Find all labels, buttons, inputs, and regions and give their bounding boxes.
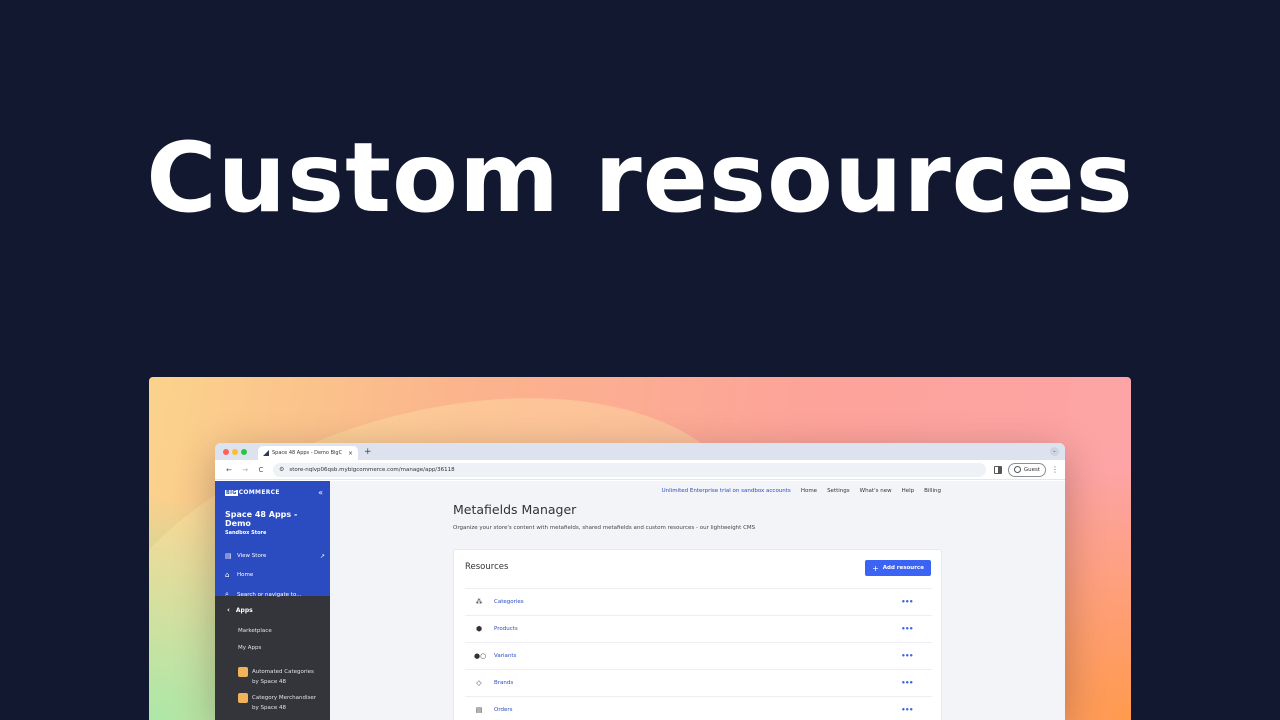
browser-window: Space 48 Apps - Demo BigC × + ⌄ ← → C ⚙ … [215,443,1065,720]
resource-row-variants[interactable]: ●○ Variants ••• [465,642,932,669]
resource-link[interactable]: Orders [494,707,513,713]
browser-menu-icon[interactable]: ⋮ [1051,465,1059,474]
tab-close-icon[interactable]: × [348,450,353,457]
resource-link[interactable]: Products [494,626,518,632]
sidebar-item-label: Home [237,572,254,578]
resource-row-categories[interactable]: ⁂ Categories ••• [465,588,932,615]
hero-title: Custom resources [146,122,1134,234]
resources-card: Resources + Add resource ⁂ Categories ••… [453,549,942,720]
more-actions-icon[interactable]: ••• [901,625,913,633]
page-title: Metafields Manager [453,502,577,517]
top-navigation: Unlimited Enterprise trial on sandbox ac… [662,488,941,494]
store-name: Space 48 Apps - Demo [225,510,298,528]
resource-row-products[interactable]: ⬢ Products ••• [465,615,932,642]
reload-button[interactable]: C [253,466,269,474]
variants-icon: ●○ [474,652,487,660]
search-icon: ⌕ [225,590,229,598]
app-icon [238,667,248,677]
resources-title: Resources [465,562,509,572]
more-actions-icon[interactable]: ••• [901,679,913,687]
plus-icon: + [872,563,879,573]
sidebar-item-label: View Store [237,553,267,559]
resource-row-orders[interactable]: ▤ Orders ••• [465,696,932,720]
more-actions-icon[interactable]: ••• [901,652,913,660]
tab-title: Space 48 Apps - Demo BigC [272,450,343,456]
resource-row-brands[interactable]: ◇ Brands ••• [465,669,932,696]
nav-settings[interactable]: Settings [827,488,850,494]
side-panel-icon[interactable] [993,465,1002,474]
browser-tab[interactable]: Space 48 Apps - Demo BigC × [258,446,358,460]
nav-billing[interactable]: Billing [924,488,941,494]
forward-button[interactable]: → [237,466,253,474]
resource-link[interactable]: Categories [494,599,524,605]
orders-icon: ▤ [475,706,483,714]
add-resource-button[interactable]: + Add resource [865,560,931,576]
sidebar-app-automated-categories[interactable]: Automated Categories by Space 48 [238,667,320,687]
close-window-dot[interactable] [223,448,229,455]
maximize-window-dot[interactable] [241,448,247,455]
apps-section-label: Apps [235,606,253,614]
sidebar-app-category-merchandiser[interactable]: Category Merchandiser by Space 48 [238,693,320,713]
store-subtitle: Sandbox Store [225,530,267,536]
tab-bar: Space 48 Apps - Demo BigC × + ⌄ [215,443,1065,460]
sidebar-item-home[interactable]: ⌂ Home [225,571,323,579]
more-actions-icon[interactable]: ••• [901,706,913,714]
resources-list: ⁂ Categories ••• ⬢ Products ••• ●○ Varia… [465,588,932,720]
more-actions-icon[interactable]: ••• [901,598,913,606]
chevron-left-icon: ‹ [227,606,230,614]
apps-back-link[interactable]: ‹ Apps [225,606,320,614]
minimize-window-dot[interactable] [232,448,238,455]
sidebar-item-marketplace[interactable]: Marketplace [238,628,320,634]
sidebar-header: BIG COMMERCE « Space 48 Apps - Demo Sandb… [215,481,330,598]
main-content: Unlimited Enterprise trial on sandbox ac… [330,481,1065,720]
categories-icon: ⁂ [475,598,483,606]
collapse-sidebar-icon[interactable]: « [318,488,323,497]
trial-link[interactable]: Unlimited Enterprise trial on sandbox ac… [662,488,791,494]
add-resource-label: Add resource [882,565,924,571]
sidebar-item-my-apps[interactable]: My Apps [238,645,320,651]
sidebar-apps-section: ‹ Apps Marketplace My Apps Automated Cat… [215,596,330,713]
guest-profile-button[interactable]: Guest [1007,462,1046,477]
nav-whats-new[interactable]: What's new [860,488,892,494]
external-link-icon: ↗ [319,552,325,560]
resource-link[interactable]: Variants [494,653,516,659]
home-icon: ⌂ [225,571,230,579]
new-tab-button[interactable]: + [364,447,372,457]
person-icon [1013,466,1021,473]
sidebar: BIG COMMERCE « Space 48 Apps - Demo Sandb… [215,481,330,720]
app-icon [238,693,248,703]
sidebar-item-view-store[interactable]: ▤ View Store ↗ [225,552,325,560]
browser-toolbar: ← → C ⚙ store-nqlvp06qsb.mybigcommerce.c… [215,460,1065,480]
back-button[interactable]: ← [221,466,237,474]
bigcommerce-app: BIG COMMERCE « Space 48 Apps - Demo Sandb… [215,481,1065,720]
bigcommerce-favicon-icon [263,450,269,456]
resource-link[interactable]: Brands [494,680,513,686]
site-settings-icon[interactable]: ⚙ [279,466,284,473]
nav-home[interactable]: Home [801,488,817,494]
address-bar[interactable]: ⚙ store-nqlvp06qsb.mybigcommerce.com/man… [273,462,986,477]
guest-label: Guest [1023,466,1040,473]
sidebar-search-label: Search or navigate to... [237,591,302,598]
nav-help[interactable]: Help [902,488,915,494]
page-description: Organize your store's content with metaf… [453,525,756,531]
url-text: store-nqlvp06qsb.mybigcommerce.com/manag… [289,466,455,473]
tab-search-icon[interactable]: ⌄ [1050,447,1059,456]
bigcommerce-logo[interactable]: BIG COMMERCE [225,489,280,496]
tag-icon: ◇ [476,679,482,687]
storefront-icon: ▤ [225,552,232,560]
box-icon: ⬢ [475,625,483,633]
